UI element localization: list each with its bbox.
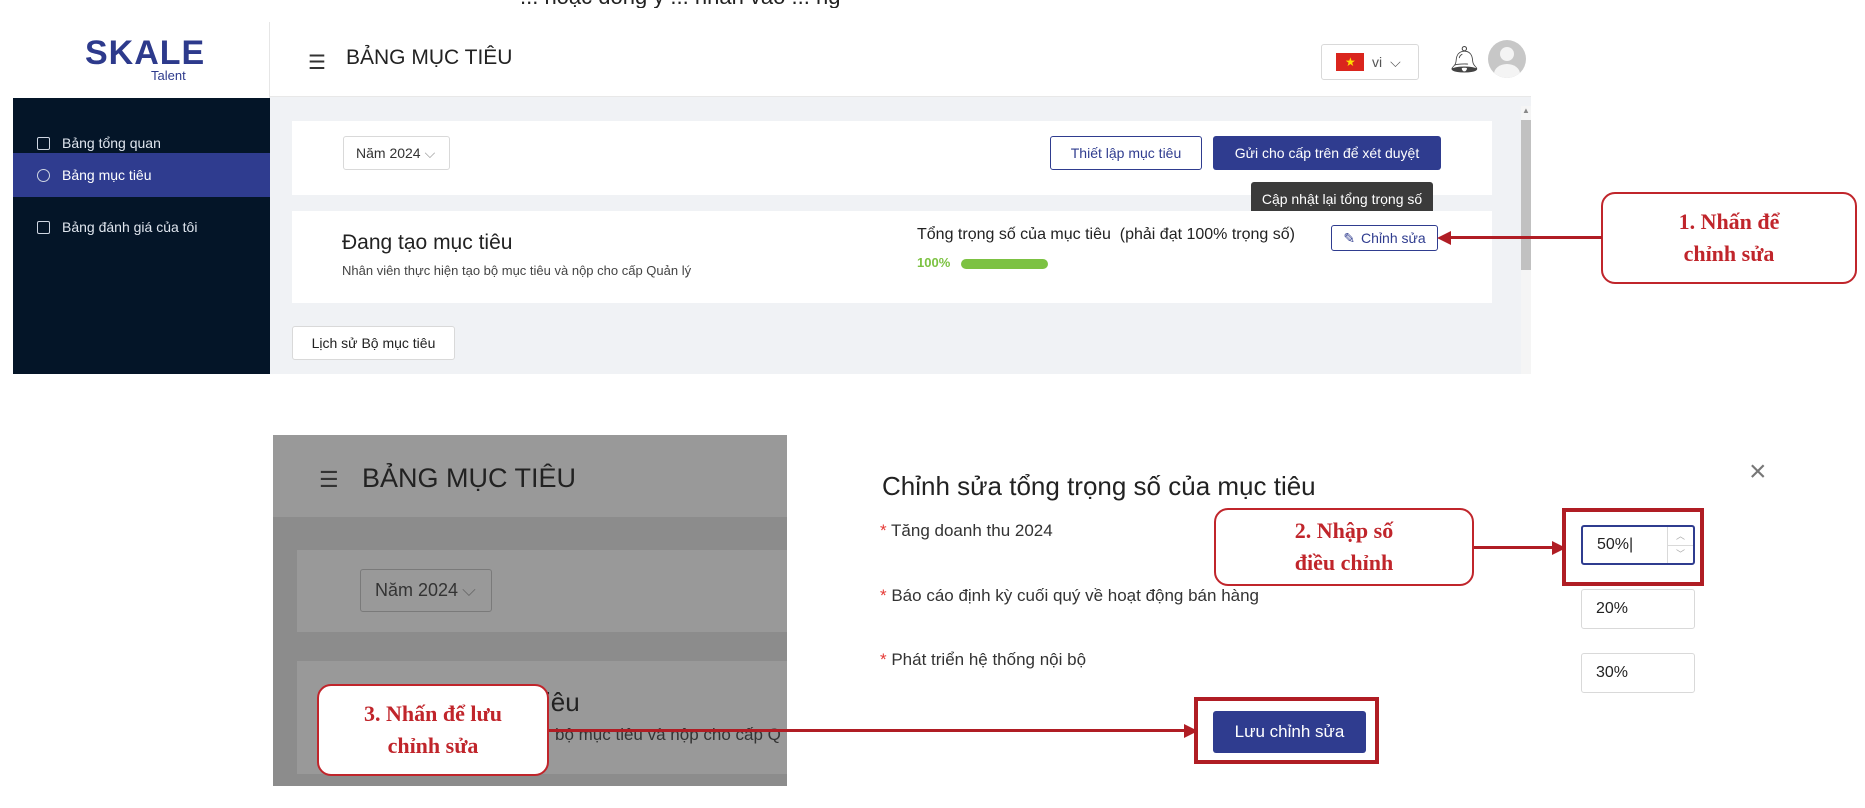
callout-2-arrowhead [1552,541,1566,555]
callout-step-2: 2. Nhập số điều chỉnh [1214,508,1474,586]
menu-toggle-icon[interactable]: ☰ [308,50,326,75]
callout-3-arrowhead [1184,724,1198,738]
sidebar-item-my-reviews[interactable]: Bảng đánh giá của tôi [13,206,270,248]
goal-label-row-1: * Tăng doanh thu 2024 [880,521,1053,541]
callout-step-1: 1. Nhấn để chỉnh sửa [1601,192,1857,284]
header: ☰ BẢNG MỤC TIÊU vi ⌵ 🔔︎ [270,22,1531,97]
avatar[interactable] [1488,40,1526,78]
total-weight-label: Tổng trọng số của mục tiêu (phải đạt 100… [917,226,1295,243]
weight-progress-bar [961,259,1048,269]
goal-label-text: Phát triển hệ thống nội bộ [891,650,1087,669]
status-card [292,211,1492,303]
menu-toggle-icon: ☰ [319,467,339,492]
dimmed-page-title: BẢNG MỤC TIÊU [362,463,577,493]
required-asterisk: * [880,650,892,669]
edit-weight-button[interactable]: ✎ Chỉnh sửa [1331,225,1438,251]
year-select-value: Năm 2024 [356,145,421,161]
dashboard-icon [37,136,50,150]
required-asterisk: * [880,586,892,605]
sidebar-item-label: Bảng đánh giá của tôi [62,219,198,235]
callout-3-line [549,729,1186,732]
dimmed-status-title: iêu [545,687,580,717]
logo-subtext: Talent [151,68,186,83]
modal-title: Chỉnh sửa tổng trọng số của mục tiêu [882,471,1316,501]
highlight-save-box [1194,697,1379,764]
dimmed-status-description: bộ mục tiêu và nộp cho cấp Q [555,725,781,744]
edit-button-label: Chỉnh sửa [1361,230,1426,246]
callout-1-line [1450,236,1602,239]
language-selector[interactable]: vi ⌵ [1321,44,1419,80]
chevron-down-icon: ⌵ [462,580,476,600]
callout-2-line [1474,546,1554,549]
pencil-icon: ✎ [1343,229,1356,246]
sidebar-item-label: Bảng mục tiêu [62,167,152,183]
chevron-down-icon: ⌵ [1390,53,1401,70]
callout-1-arrowhead [1437,231,1451,245]
chevron-down-icon: ⌵ [424,144,436,161]
progress-text: 100% [917,255,951,270]
callout-step-3: 3. Nhấn để lưu chỉnh sửa [317,684,549,776]
goal-history-button[interactable]: Lịch sử Bộ mục tiêu [292,326,455,360]
screenshot-goal-board: SKALE Talent Bảng tổng quan Bảng mục tiê… [13,22,1531,374]
page-title: BẢNG MỤC TIÊU [346,46,513,69]
year-select[interactable]: Năm 2024 ⌵ [343,136,450,170]
dimmed-year-select: Năm 2024 ⌵ [360,569,492,612]
sidebar-item-label: Bảng tổng quan [62,135,161,151]
dimmed-year-value: Năm 2024 [375,580,459,600]
status-description: Nhân viên thực hiện tạo bộ mục tiêu và n… [342,263,692,278]
gauge-icon [37,168,50,182]
bell-icon[interactable]: 🔔︎ [1448,44,1481,75]
language-code: vi [1372,54,1383,70]
scroll-up-icon[interactable]: ▲ [1521,106,1531,118]
status-title: Đang tạo mục tiêu [342,231,513,254]
goal-label-row-2: * Báo cáo định kỳ cuối quý về hoạt động … [880,586,1259,606]
required-asterisk: * [880,521,892,540]
sidebar-item-goals[interactable]: Bảng mục tiêu [13,153,270,197]
vietnam-flag-icon [1336,53,1364,71]
goal-label-text: Tăng doanh thu 2024 [891,521,1053,540]
goal-label-text: Báo cáo định kỳ cuối quý về hoạt động bá… [891,586,1260,605]
weight-input-row-2[interactable]: 20% [1581,589,1695,629]
highlight-input-box [1562,508,1704,586]
scrollbar-thumb[interactable] [1521,120,1531,270]
logo-text: SKALE [85,34,206,72]
weight-input-row-3[interactable]: 30% [1581,653,1695,693]
weight-progress-fill [961,259,1048,269]
table-icon [37,220,50,234]
setup-goals-button[interactable]: Thiết lập mục tiêu [1050,136,1202,170]
submit-for-approval-button[interactable]: Gửi cho cấp trên để xét duyệt [1213,136,1441,170]
goal-label-row-3: * Phát triển hệ thống nội bộ [880,650,1086,670]
cropped-top-text: ... hoặc đồng ý ... nhấn vào ... ng [0,0,1865,8]
close-icon[interactable]: × [1749,455,1767,489]
logo-area: SKALE Talent [13,22,270,98]
